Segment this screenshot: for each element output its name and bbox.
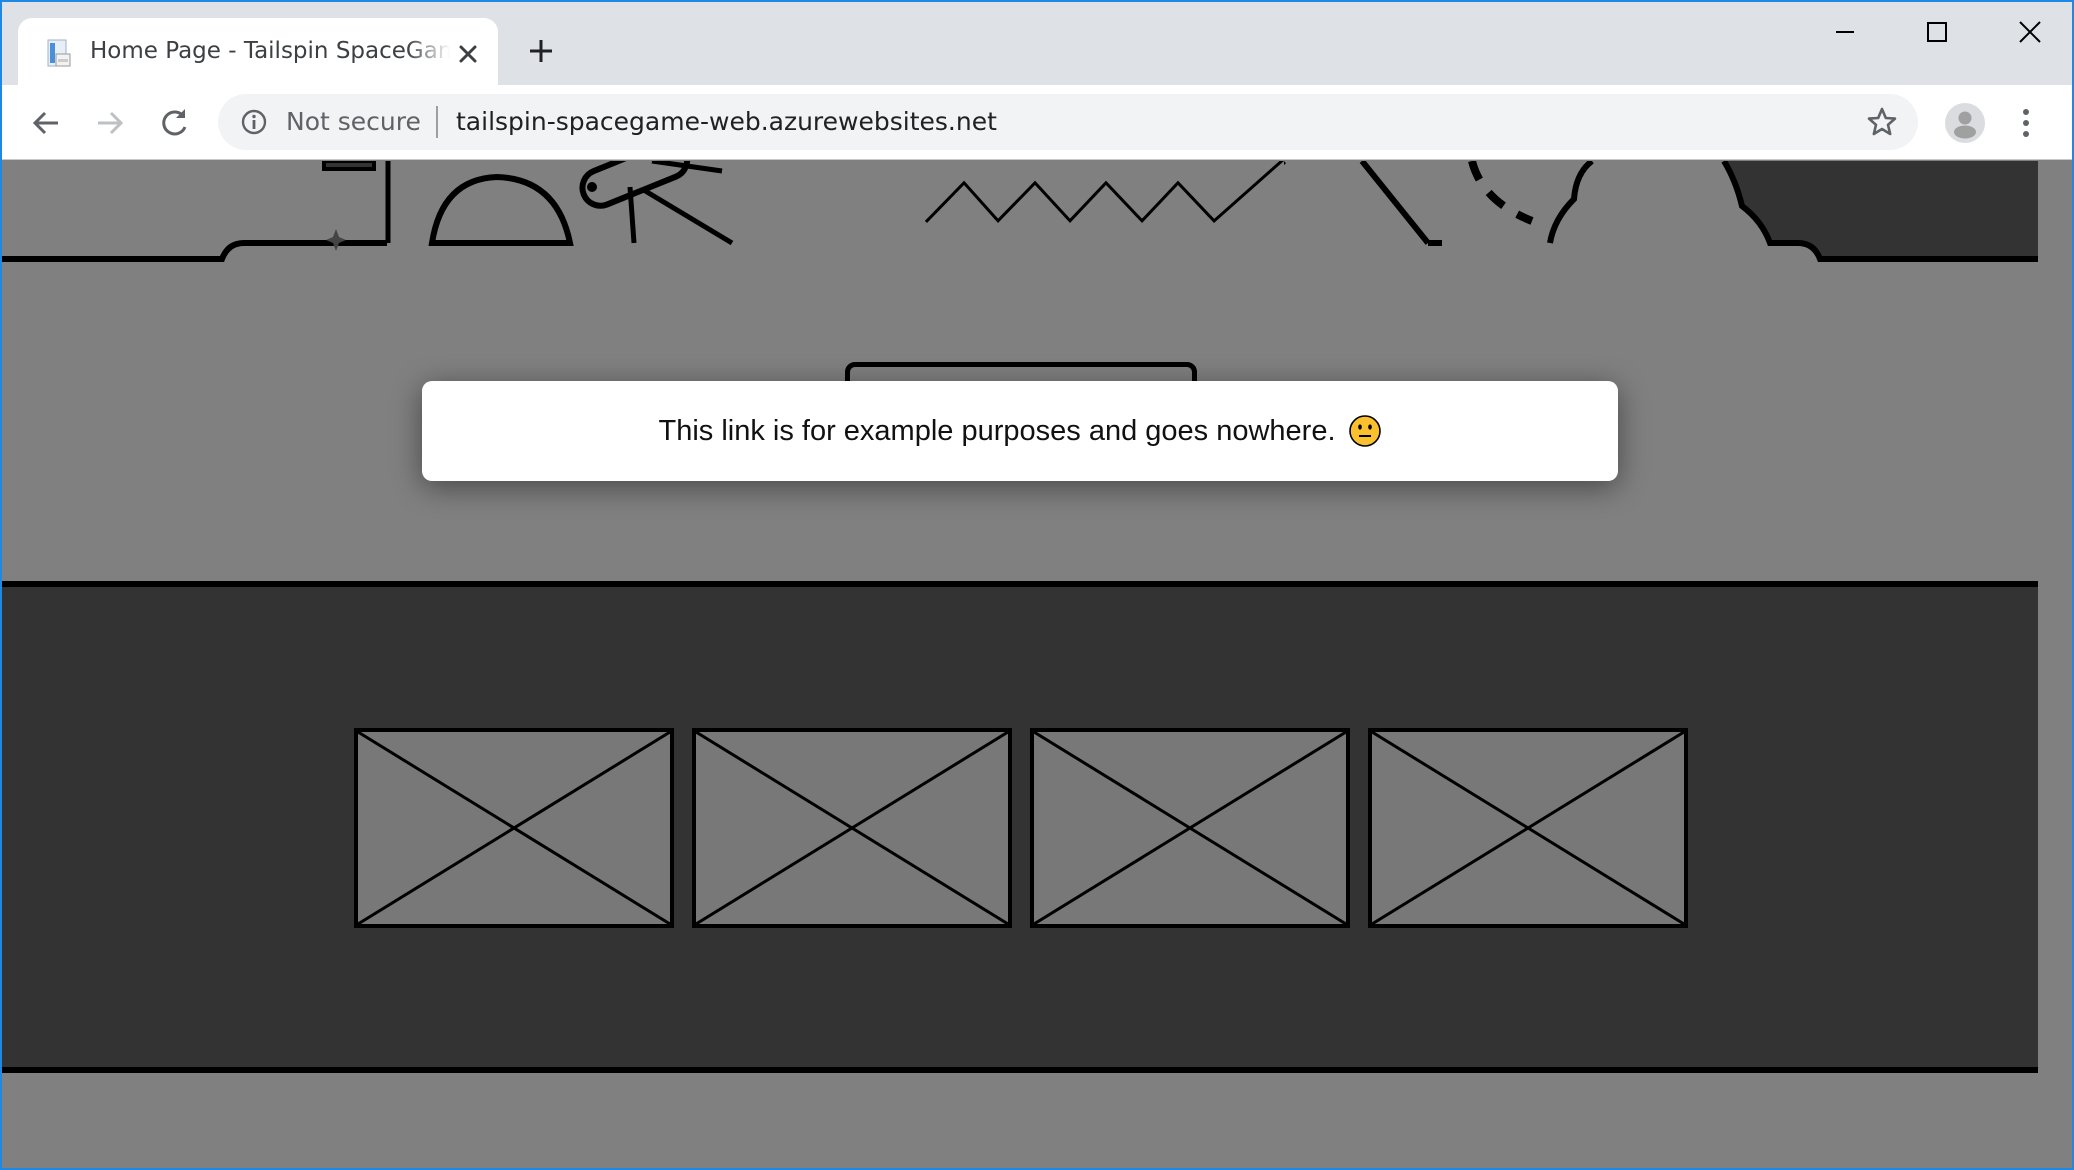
info-icon[interactable] <box>240 108 268 136</box>
broken-image-icon <box>696 732 1008 924</box>
tab-home-page[interactable]: Home Page - Tailspin SpaceGame <box>18 18 498 86</box>
minimize-icon[interactable] <box>1814 12 1874 56</box>
broken-image-icon <box>358 732 670 924</box>
browser-window: Home Page - Tailspin SpaceGame Not secur… <box>2 2 2072 1168</box>
close-icon[interactable] <box>454 40 482 68</box>
plus-icon[interactable] <box>526 36 556 66</box>
kebab-menu-icon[interactable] <box>2016 103 2036 143</box>
security-label[interactable]: Not secure <box>286 107 421 136</box>
page-scrollbar[interactable] <box>2038 161 2072 1168</box>
image-placeholder[interactable] <box>354 728 674 928</box>
image-placeholder[interactable] <box>1368 728 1688 928</box>
image-placeholder[interactable] <box>1030 728 1350 928</box>
avatar-icon[interactable] <box>1944 102 1986 144</box>
broken-image-icon <box>1372 732 1684 924</box>
url-text[interactable]: tailspin-spacegame-web.azurewebsites.net <box>456 107 997 136</box>
tab-strip: Home Page - Tailspin SpaceGame <box>2 2 2072 86</box>
hero-illustration <box>2 161 2038 271</box>
arrow-right-icon[interactable] <box>90 103 130 143</box>
page-viewport: Download game This link is for example p… <box>2 161 2038 1168</box>
screenshot-gallery <box>354 728 1688 928</box>
address-bar[interactable]: Not secure tailspin-spacegame-web.azurew… <box>218 94 1918 150</box>
tab-title: Home Page - Tailspin SpaceGame <box>90 38 450 64</box>
browser-toolbar: Not secure tailspin-spacegame-web.azurew… <box>2 85 2072 160</box>
broken-image-icon <box>1034 732 1346 924</box>
screenshots-section <box>2 581 2038 1073</box>
image-placeholder[interactable] <box>692 728 1012 928</box>
star-icon[interactable] <box>1866 106 1898 138</box>
arrow-left-icon[interactable] <box>26 103 66 143</box>
info-toast: This link is for example purposes and go… <box>422 381 1618 481</box>
toast-message: This link is for example purposes and go… <box>658 414 1336 447</box>
neutral-face-emoji-icon <box>1348 415 1381 447</box>
reload-icon[interactable] <box>154 103 194 143</box>
omnibox-separator <box>436 106 438 138</box>
window-close-icon[interactable] <box>1998 12 2058 56</box>
maximize-icon[interactable] <box>1906 12 1966 56</box>
document-icon <box>47 39 71 67</box>
